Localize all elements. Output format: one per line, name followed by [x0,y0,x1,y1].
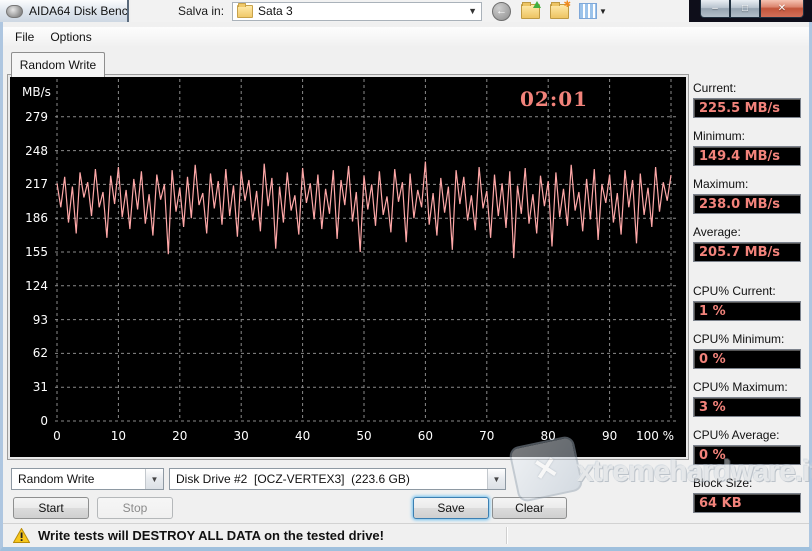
stats-panel: Current: 225.5 MB/s Minimum: 149.4 MB/s … [693,70,811,513]
stat-maximum: Maximum: 238.0 MB/s [693,177,811,214]
y-axis-tick-label: 93 [32,312,48,327]
x-axis-tick-label: 90 [601,429,618,443]
chart-canvas [55,79,678,422]
warning-text: Write tests will DESTROY ALL DATA on the… [38,528,384,543]
x-axis-tick-label: 100 % [635,429,675,443]
stat-label: CPU% Current: [693,284,776,298]
stat-cpu-current: CPU% Current: 1 % [693,284,811,321]
chevron-down-icon[interactable]: ▼ [145,469,163,489]
stat-label: Block Size: [693,476,753,490]
x-axis-tick-label: 70 [479,429,495,443]
warning-icon [13,528,30,543]
save-location-combobox[interactable]: Sata 3 ▼ [232,1,483,21]
x-axis-tick-label: 50 [356,429,372,443]
stat-value: 0 % [693,445,801,465]
stat-cpu-average: CPU% Average: 0 % [693,428,811,465]
view-menu-caret-icon[interactable]: ▼ [599,7,607,16]
y-axis-tick-label: 217 [25,177,48,192]
stat-current: Current: 225.5 MB/s [693,81,811,118]
stat-value: 0 % [693,349,801,369]
stat-average: Average: 205.7 MB/s [693,225,811,262]
maximize-button[interactable]: □ [730,0,760,18]
stat-cpu-minimum: CPU% Minimum: 0 % [693,332,811,369]
x-axis-tick-label: 20 [172,429,188,443]
chevron-down-icon: ▼ [468,6,478,16]
stat-label: Maximum: [693,177,749,191]
chevron-down-icon[interactable]: ▼ [487,469,505,489]
save-location-value: Sata 3 [258,4,293,18]
stat-label: CPU% Average: [693,428,780,442]
stop-button[interactable]: Stop [97,497,173,519]
test-type-value: Random Write [18,472,95,486]
y-axis-unit-label: MB/s [22,85,51,99]
stat-cpu-maximum: CPU% Maximum: 3 % [693,380,811,417]
y-axis-tick-label: 62 [32,346,48,361]
start-button[interactable]: Start [13,497,89,519]
stat-value: 205.7 MB/s [693,242,801,262]
stat-value: 149.4 MB/s [693,146,801,166]
save-dialog-toolbar: Salva in: Sata 3 ▼ ← ✱ ▼ [131,0,689,22]
menu-options[interactable]: Options [42,28,99,46]
stat-label: CPU% Maximum: [693,380,788,394]
y-axis-tick-label: 124 [25,278,48,293]
background-titlebar: – □ ✕ [689,0,812,22]
benchmark-window-body: File Options Random Write MB/s 02:01 279… [0,22,812,551]
folder-icon [237,2,254,18]
x-axis-tick-label: 10 [110,429,127,443]
benchmark-chart: MB/s 02:01 279 248 217 186 155 124 93 62 31 0 0 10 2… [10,77,686,457]
stat-minimum: Minimum: 149.4 MB/s [693,129,811,166]
x-axis-tick-label: 80 [540,429,556,443]
stat-value: 1 % [693,301,801,321]
aida64-disk-benchmark-screen: AIDA64 Disk Bench Salva in: Sata 3 ▼ ← ✱… [0,0,812,551]
stat-value: 3 % [693,397,801,417]
menu-file[interactable]: File [7,28,42,46]
x-axis-tick-label: 0 [53,429,61,443]
benchmark-chart-panel: MB/s 02:01 279 248 217 186 155 124 93 62 31 0 0 10 2… [7,74,689,460]
stat-block-size: Block Size: 64 KB [693,476,811,513]
new-folder-icon[interactable]: ✱ [550,0,571,19]
x-axis-tick-label: 60 [417,429,434,443]
menu-bar: File Options [3,27,809,46]
back-icon[interactable]: ← [492,1,512,21]
test-type-select[interactable]: Random Write ▼ [11,468,164,490]
stat-value: 238.0 MB/s [693,194,801,214]
x-axis-tick-label: 40 [294,429,311,443]
close-button[interactable]: ✕ [760,0,804,18]
aida64-app-icon [6,4,23,18]
aida64-titlebar-fragment: AIDA64 Disk Bench [0,0,129,22]
y-axis-tick-label: 279 [25,109,48,124]
x-axis-tick-label: 30 [233,429,249,443]
stat-value: 225.5 MB/s [693,98,801,118]
clear-button[interactable]: Clear [492,497,567,519]
elapsed-time: 02:01 [520,87,589,111]
disk-drive-select[interactable]: Disk Drive #2 [OCZ-VERTEX3] (223.6 GB) ▼ [169,468,506,490]
stat-value: 64 KB [693,493,801,513]
status-bar: Write tests will DESTROY ALL DATA on the… [3,523,809,547]
y-axis-tick-label: 31 [32,380,48,395]
y-axis-tick-label: 186 [25,211,48,226]
y-axis-tick-label: 0 [40,414,48,428]
folder-up-icon[interactable] [521,0,542,19]
save-in-label: Salva in: [178,4,225,18]
save-button[interactable]: Save [413,497,489,519]
stat-label: CPU% Minimum: [693,332,785,346]
tab-random-write[interactable]: Random Write [11,52,105,77]
view-menu-icon[interactable] [579,3,598,19]
disk-drive-value: Disk Drive #2 [OCZ-VERTEX3] (223.6 GB) [176,472,410,486]
stat-label: Current: [693,81,737,95]
y-axis-tick-label: 155 [25,245,48,259]
y-axis-tick-label: 248 [25,143,48,158]
statusbar-divider [506,527,507,544]
window-title: AIDA64 Disk Bench [29,4,127,18]
stat-label: Minimum: [693,129,746,143]
stat-label: Average: [693,225,741,239]
minimize-button[interactable]: – [700,0,730,18]
